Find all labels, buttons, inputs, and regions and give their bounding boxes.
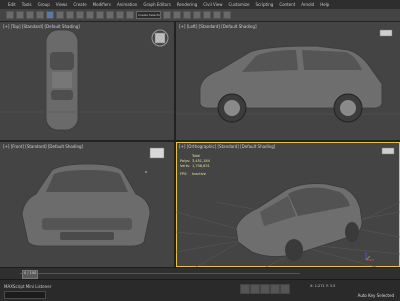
play-icon[interactable] (260, 284, 270, 294)
status-bar: MAXScript Mini Listener X: 1.271 Y: 3.5 … (0, 279, 400, 301)
curve-editor-icon[interactable] (193, 11, 201, 19)
auto-key-label[interactable]: Auto Key Selected (358, 293, 394, 298)
select-object-icon[interactable] (46, 11, 54, 19)
selection-set-dropdown[interactable]: Create Selection Se (136, 11, 161, 19)
scale-icon[interactable] (96, 11, 104, 19)
rotate-icon[interactable] (86, 11, 94, 19)
viewport-persp-label[interactable]: [+] [Orthographic] [Standard] [Default S… (179, 144, 275, 149)
render-setup-icon[interactable] (213, 11, 221, 19)
menu-item[interactable]: Help (320, 2, 329, 7)
previous-frame-icon[interactable] (250, 284, 260, 294)
angle-snap-icon[interactable] (116, 11, 124, 19)
menu-item[interactable]: Graph Editors (143, 2, 170, 7)
menu-item[interactable]: Group (38, 2, 50, 7)
rectangle-selection-icon[interactable] (66, 11, 74, 19)
menu-item[interactable]: Rendering (177, 2, 197, 7)
move-icon[interactable] (76, 11, 84, 19)
next-frame-icon[interactable] (270, 284, 280, 294)
menu-item[interactable]: Create (73, 2, 86, 7)
menu-item[interactable]: Scripting (256, 2, 274, 7)
fps-value: Inactive (192, 172, 206, 176)
maxscript-listener-label: MAXScript Mini Listener (4, 284, 52, 289)
viewport-top-label[interactable]: [+] [Top] [Standard] [Default Shading] (3, 24, 80, 29)
menu-bar: Edit Tools Group Views Create Modifiers Animat… (0, 0, 400, 9)
unlink-icon[interactable] (36, 11, 44, 19)
menu-item[interactable]: Civil View (203, 2, 222, 7)
percent-snap-icon[interactable] (126, 11, 134, 19)
snap-icon[interactable] (106, 11, 114, 19)
menu-item[interactable]: Arnold (301, 2, 314, 7)
menu-item[interactable]: Content (279, 2, 295, 7)
material-editor-icon[interactable] (203, 11, 211, 19)
fps-label: FPS: (180, 172, 188, 176)
menu-item[interactable]: Views (56, 2, 68, 7)
timeline-track (20, 273, 300, 274)
layer-icon[interactable] (183, 11, 191, 19)
menu-item[interactable]: Tools (22, 2, 32, 7)
maxscript-input[interactable] (4, 291, 46, 299)
viewport-left[interactable]: [+] [Left] [Standard] [Default Shading] (176, 22, 400, 140)
viewport-front[interactable]: [+] [Front] [Standard] [Default Shading] (0, 142, 174, 267)
select-by-name-icon[interactable] (56, 11, 64, 19)
main-toolbar: Create Selection Se (0, 9, 400, 22)
viewport-perspective[interactable]: [+] [Orthographic] [Standard] [Default S… (176, 142, 400, 267)
align-icon[interactable] (173, 11, 181, 19)
render-icon[interactable] (223, 11, 231, 19)
link-icon[interactable] (26, 11, 34, 19)
menu-item[interactable]: Modifiers (93, 2, 111, 7)
menu-item[interactable]: Edit (8, 2, 16, 7)
go-to-start-icon[interactable] (240, 284, 250, 294)
mirror-icon[interactable] (163, 11, 171, 19)
viewport-area: [+] [Top] [Standard] [Default Shading] [… (0, 22, 400, 267)
menu-item[interactable]: Animation (117, 2, 137, 7)
viewport-top[interactable]: [+] [Top] [Standard] [Default Shading] (0, 22, 174, 140)
front-view-car (21, 147, 165, 247)
top-view-car (0, 29, 174, 131)
verts-label: Verts: (180, 164, 191, 168)
undo-icon[interactable] (6, 11, 14, 19)
menu-item[interactable]: Customize (229, 2, 250, 7)
viewport-left-label[interactable]: [+] [Left] [Standard] [Default Shading] (179, 24, 257, 29)
side-view-car (176, 29, 400, 123)
go-to-end-icon[interactable] (280, 284, 290, 294)
viewport-statistics: Total Polys: 3,451,184 Verts: 1,706,631 FP… (180, 154, 210, 177)
frame-counter: 0 / 100 (24, 271, 37, 275)
viewport-front-label[interactable]: [+] [Front] [Standard] [Default Shading] (3, 144, 83, 149)
coordinate-readout: X: 1.271 Y: 3.5 (310, 284, 336, 288)
redo-icon[interactable] (16, 11, 24, 19)
verts-value: 1,706,631 (192, 164, 210, 168)
